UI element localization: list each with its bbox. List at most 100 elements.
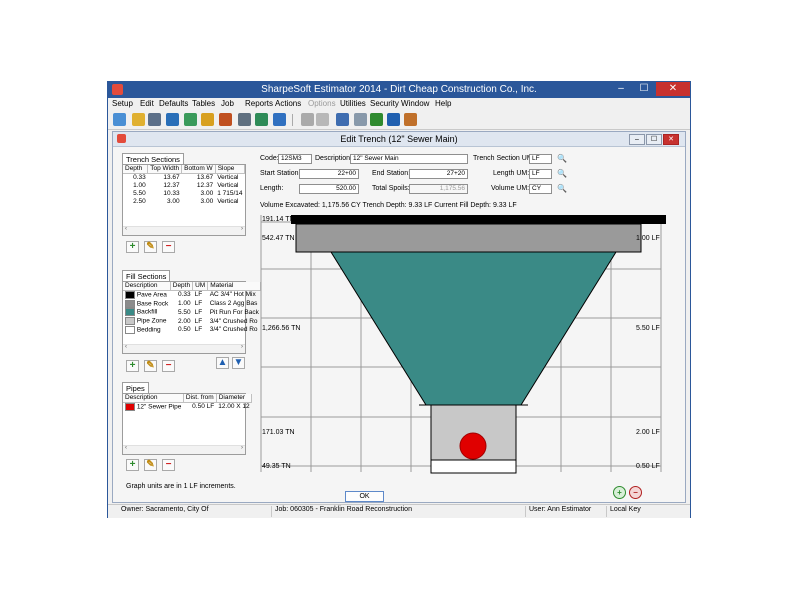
end-station-field[interactable]: 27+20 <box>409 169 468 179</box>
column-header[interactable]: Bottom W <box>181 165 216 174</box>
settings-icon[interactable] <box>255 113 268 126</box>
pipes-scrollbar[interactable]: ‹ › <box>123 445 245 454</box>
move-down-button[interactable]: ▼ <box>232 357 245 369</box>
search-icon[interactable] <box>113 113 126 126</box>
edit-trench-dialog: Edit Trench (12" Sewer Main) – ☐ ✕ Trenc… <box>112 131 686 503</box>
start-station-field[interactable]: 22+00 <box>299 169 359 179</box>
menu-tables[interactable]: Tables <box>192 99 215 108</box>
sum-icon[interactable] <box>166 113 179 126</box>
move-up-button[interactable]: ▲ <box>216 357 229 369</box>
menu-defaults[interactable]: Defaults <box>159 99 188 108</box>
column-header[interactable]: Slope <box>215 165 246 174</box>
menu-help[interactable]: Help <box>435 99 451 108</box>
menu-actions[interactable]: Actions <box>275 99 301 108</box>
scroll-left-icon[interactable]: ‹ <box>125 344 127 350</box>
refresh-icon[interactable] <box>370 113 383 126</box>
tab-pipes[interactable]: Pipes <box>122 382 149 393</box>
document-icon[interactable] <box>132 113 145 126</box>
menu-setup[interactable]: Setup <box>112 99 133 108</box>
column-header[interactable]: UM <box>192 282 209 291</box>
check-icon[interactable] <box>301 113 314 126</box>
description-field[interactable]: 12" Sewer Main <box>350 154 468 164</box>
toolbar-separator <box>292 114 293 126</box>
column-header[interactable]: Description <box>123 394 184 403</box>
edit-pipe-button[interactable]: ✎ <box>144 459 157 471</box>
column-header[interactable]: Material <box>207 282 262 291</box>
table-row[interactable]: Backfill 5.50 LF Pit Run For Back <box>123 308 261 317</box>
home-icon[interactable] <box>404 113 417 126</box>
volume-um-search-icon[interactable]: 🔍 <box>557 184 567 193</box>
filter-icon[interactable] <box>238 113 251 126</box>
table-row[interactable]: Pipe Zone 2.00 LF 3/4" Crushed Ro <box>123 317 261 326</box>
menu-window[interactable]: Window <box>401 99 429 108</box>
column-header[interactable]: Top Width <box>147 165 183 174</box>
add-pipe-button[interactable]: + <box>126 459 139 471</box>
globe-icon[interactable] <box>273 113 286 126</box>
fill-scrollbar[interactable]: ‹ › <box>123 344 245 353</box>
table-row[interactable]: 12" Sewer Pipe 0.50 LF 12.00 X 12 <box>123 403 252 412</box>
trench-section-um-field[interactable]: LF <box>529 154 552 164</box>
table-row[interactable]: 1.00 12.37 12.37 Vertical <box>123 182 245 190</box>
scroll-left-icon[interactable]: ‹ <box>125 445 127 451</box>
length-um-search-icon[interactable]: 🔍 <box>557 169 567 178</box>
dialog-maximize-button[interactable]: ☐ <box>646 134 662 145</box>
table-row[interactable]: Bedding 0.50 LF 3/4" Crushed Ro <box>123 325 261 335</box>
shapes-icon[interactable] <box>184 113 197 126</box>
delete-fill-button[interactable]: − <box>162 360 175 372</box>
edit-fill-button[interactable]: ✎ <box>144 360 157 372</box>
column-header[interactable]: Dist. from <box>183 394 217 403</box>
table-row[interactable]: 0.33 13.67 13.67 Vertical <box>123 174 245 183</box>
scroll-right-icon[interactable]: › <box>241 344 243 350</box>
recycle-icon[interactable] <box>201 113 214 126</box>
pencil-icon[interactable] <box>316 113 329 126</box>
list-icon[interactable] <box>148 113 161 126</box>
delete-trench-button[interactable]: − <box>162 241 175 253</box>
plus-icon: + <box>129 360 136 371</box>
dialog-minimize-button[interactable]: – <box>629 134 645 145</box>
trench-scrollbar[interactable]: ‹ › <box>123 226 245 235</box>
export-icon[interactable] <box>387 113 400 126</box>
clipboard-icon[interactable] <box>354 113 367 126</box>
menu-job[interactable]: Job <box>221 99 234 108</box>
scroll-right-icon[interactable]: › <box>241 226 243 232</box>
maximize-button[interactable]: ☐ <box>633 82 655 96</box>
table-row[interactable]: Pave Area 0.33 LF AC 3/4" Hot Mix <box>123 291 261 300</box>
tab-trench-sections[interactable]: Trench Sections <box>122 153 184 164</box>
delete-pipe-button[interactable]: − <box>162 459 175 471</box>
ok-button[interactable]: OK <box>345 491 384 502</box>
tab-fill-sections[interactable]: Fill Sections <box>122 270 171 281</box>
add-trench-button[interactable]: + <box>126 241 139 253</box>
volume-um-field[interactable]: CY <box>529 184 552 194</box>
book-icon[interactable] <box>336 113 349 126</box>
length-field[interactable]: 520.00 <box>299 184 359 194</box>
menu-security[interactable]: Security <box>370 99 399 108</box>
trench-um-search-icon[interactable]: 🔍 <box>557 154 567 163</box>
column-header[interactable]: Depth <box>123 165 149 174</box>
column-header[interactable]: Description <box>123 282 171 291</box>
start-station-label: Start Station: <box>260 170 301 177</box>
dialog-close-button[interactable]: ✕ <box>663 134 679 145</box>
table-row[interactable]: Base Rock 1.00 LF Class 2 Agg Bas <box>123 299 261 309</box>
dialog-title: Edit Trench (12" Sewer Main) <box>340 134 458 144</box>
table-cell: Pipe Zone <box>123 317 170 326</box>
scroll-right-icon[interactable]: › <box>241 445 243 451</box>
table-row[interactable]: 5.50 10.33 3.00 1 715/14 <box>123 190 245 198</box>
column-header[interactable]: Depth <box>170 282 194 291</box>
add-fill-button[interactable]: + <box>126 360 139 372</box>
menu-edit[interactable]: Edit <box>140 99 154 108</box>
table-cell: 1.00 <box>177 300 191 308</box>
code-field[interactable]: 12SM3 <box>278 154 312 164</box>
column-header[interactable]: Diameter <box>216 394 253 403</box>
table-row[interactable]: 2.50 3.00 3.00 Vertical <box>123 198 245 206</box>
minimize-button[interactable]: – <box>610 82 632 96</box>
length-um-field[interactable]: LF <box>529 169 552 179</box>
edit-trench-button[interactable]: ✎ <box>144 241 157 253</box>
trench-section-um-label: Trench Section UM: <box>473 155 535 162</box>
menu-utilities[interactable]: Utilities <box>340 99 366 108</box>
menu-reports[interactable]: Reports <box>245 99 273 108</box>
zoom-in-icon[interactable]: + <box>613 486 626 499</box>
close-button[interactable]: ✕ <box>656 82 690 96</box>
people-icon[interactable] <box>219 113 232 126</box>
scroll-left-icon[interactable]: ‹ <box>125 226 127 232</box>
zoom-out-icon[interactable]: − <box>629 486 642 499</box>
